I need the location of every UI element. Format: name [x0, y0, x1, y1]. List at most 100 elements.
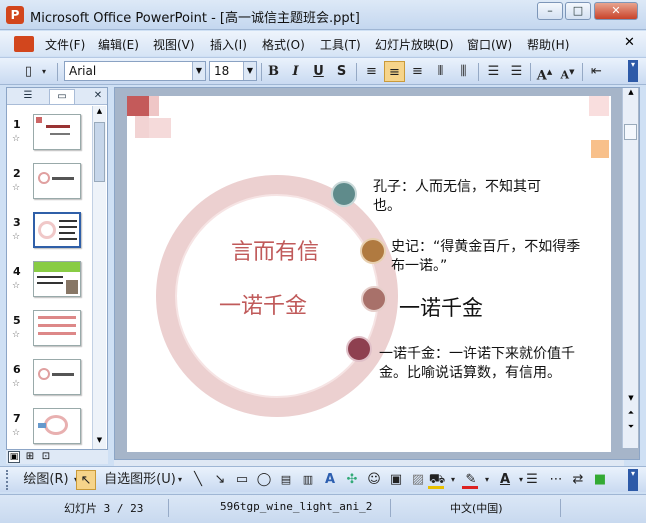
- toolbar-options-icon[interactable]: ▾: [628, 469, 638, 491]
- thumb-decoration: [38, 316, 76, 319]
- scroll-down-icon[interactable]: ▼: [94, 436, 105, 446]
- clipart-icon[interactable]: ☺: [364, 470, 384, 490]
- autoshapes-button[interactable]: 自选图形(U): [104, 470, 176, 490]
- scroll-up-icon[interactable]: ▲: [625, 88, 637, 100]
- arrow-style-icon[interactable]: ⇄: [568, 470, 588, 490]
- slide-thumbnail-7[interactable]: 7 ☆: [11, 408, 91, 452]
- chevron-down-icon[interactable]: ▼: [192, 62, 205, 80]
- align-center-icon[interactable]: ≡: [384, 61, 405, 82]
- image-icon[interactable]: ▨: [408, 470, 428, 490]
- thumbnail-scrollbar[interactable]: ▲ ▼: [92, 106, 106, 449]
- slide-heading-top: 言而有信: [231, 240, 320, 265]
- slide-thumbnail-2[interactable]: 2 ☆: [11, 163, 91, 207]
- textbox-icon[interactable]: ▤: [276, 470, 296, 490]
- font-name-combo[interactable]: Arial ▼: [64, 61, 206, 81]
- menu-tools[interactable]: 工具(T): [320, 36, 361, 53]
- slide-thumbnail-4[interactable]: 4 ☆: [11, 261, 91, 305]
- close-pane-icon[interactable]: ✕: [85, 89, 111, 104]
- minimize-button[interactable]: –: [537, 2, 563, 20]
- animation-star-icon: ☆: [12, 232, 21, 242]
- slideshow-view-icon[interactable]: ⊡: [40, 451, 52, 463]
- toolbar-options-icon[interactable]: ▾: [628, 60, 638, 82]
- text-direction-icon[interactable]: ⫼: [453, 61, 474, 82]
- font-size-combo[interactable]: 18 ▼: [209, 61, 257, 81]
- deco-square: [127, 96, 149, 116]
- arrow-icon[interactable]: ↘: [210, 470, 230, 490]
- chevron-down-icon[interactable]: ▾: [176, 470, 184, 490]
- toolbar-grip: [6, 470, 10, 490]
- oval-icon[interactable]: ◯: [254, 470, 274, 490]
- thumb-decoration: [38, 221, 56, 239]
- chevron-down-icon[interactable]: ▾: [448, 470, 458, 490]
- font-name-value: Arial: [69, 64, 97, 78]
- decrease-font-icon[interactable]: A▼: [557, 61, 578, 82]
- thumb-decoration: [52, 177, 74, 180]
- wordart-icon[interactable]: A: [320, 470, 340, 490]
- scroll-thumb[interactable]: [624, 124, 637, 140]
- menu-help[interactable]: 帮助(H): [527, 36, 569, 53]
- menu-edit[interactable]: 编辑(E): [98, 36, 139, 53]
- view-buttons: ▣ ⊞ ⊡: [6, 450, 108, 464]
- slide-thumbnail-1[interactable]: 1 ☆: [11, 114, 91, 158]
- align-right-icon[interactable]: ≡: [407, 61, 428, 82]
- italic-button[interactable]: I: [285, 61, 306, 82]
- slide-thumbnail-6[interactable]: 6 ☆: [11, 359, 91, 403]
- menu-insert[interactable]: 插入(I): [210, 36, 247, 53]
- bold-button[interactable]: B: [263, 61, 284, 82]
- new-icon[interactable]: ▯: [18, 61, 39, 82]
- thumb-number: 6: [13, 363, 21, 376]
- scroll-thumb[interactable]: [94, 122, 105, 182]
- scroll-up-icon[interactable]: ▲: [94, 107, 105, 117]
- maximize-button[interactable]: □: [565, 2, 591, 20]
- document-icon[interactable]: [14, 36, 34, 52]
- bullets-icon[interactable]: ☰: [506, 61, 527, 82]
- select-pointer-icon[interactable]: ↖: [76, 470, 96, 490]
- line-color-icon[interactable]: ✎: [460, 470, 482, 490]
- drawing-toolbar: 绘图(R) ▾ ↖ 自选图形(U) ▾ ╲ ↘ ▭ ◯ ▤ ▥ A ✣ ☺ ▣ …: [0, 466, 646, 492]
- close-button[interactable]: ✕: [594, 2, 638, 20]
- draw-menu-button[interactable]: 绘图(R): [20, 470, 72, 490]
- next-slide-icon[interactable]: ⏷: [625, 422, 637, 434]
- align-left-icon[interactable]: ≡: [361, 61, 382, 82]
- chevron-down-icon[interactable]: ▾: [38, 61, 50, 82]
- slide-vertical-scrollbar[interactable]: ▲ ▼ ⏶ ⏷: [622, 88, 638, 448]
- font-color-icon[interactable]: A: [494, 470, 516, 490]
- indent-icon[interactable]: ⇤: [586, 61, 607, 82]
- increase-font-icon[interactable]: A▲: [534, 61, 555, 83]
- line-style-icon[interactable]: ☰: [522, 470, 542, 490]
- previous-slide-icon[interactable]: ⏶: [625, 408, 637, 420]
- scroll-down-icon[interactable]: ▼: [625, 394, 637, 406]
- slide-counter: 幻灯片 3 / 23: [64, 502, 144, 515]
- picture-icon[interactable]: ▣: [386, 470, 406, 490]
- chevron-down-icon[interactable]: ▾: [482, 470, 492, 490]
- outline-tab-icon[interactable]: ☰: [15, 89, 41, 104]
- numbering-icon[interactable]: ☰: [483, 61, 504, 82]
- line-icon[interactable]: ╲: [188, 470, 208, 490]
- close-document-icon[interactable]: ✕: [624, 35, 635, 50]
- vertical-textbox-icon[interactable]: ▥: [298, 470, 318, 490]
- menu-window[interactable]: 窗口(W): [467, 36, 512, 53]
- dash-style-icon[interactable]: ⋯: [546, 470, 566, 490]
- slide-thumbnail-3[interactable]: 3 ☆: [11, 212, 91, 256]
- normal-view-icon[interactable]: ▣: [8, 451, 20, 463]
- diagram-icon[interactable]: ✣: [342, 470, 362, 490]
- animation-star-icon: ☆: [12, 281, 21, 291]
- underline-button[interactable]: U: [308, 61, 329, 82]
- menu-view[interactable]: 视图(V): [153, 36, 195, 53]
- menu-slideshow[interactable]: 幻灯片放映(D): [375, 36, 454, 53]
- slides-tab-icon[interactable]: ▭: [49, 89, 75, 104]
- shadow-style-icon[interactable]: ■: [590, 470, 610, 490]
- sorter-view-icon[interactable]: ⊞: [24, 451, 36, 463]
- rectangle-icon[interactable]: ▭: [232, 470, 252, 490]
- fill-color-icon[interactable]: ⛟: [426, 470, 448, 490]
- thumb-number: 3: [13, 216, 21, 229]
- distribute-icon[interactable]: ⦀: [430, 61, 451, 82]
- slide-canvas[interactable]: 言而有信 一诺千金 孔子：人而无信，不知其可也。 史记：“得黄金百斤，不如得季布…: [127, 96, 611, 452]
- chevron-down-icon[interactable]: ▼: [243, 62, 256, 80]
- menu-file[interactable]: 文件(F): [45, 36, 85, 53]
- shadow-button[interactable]: S: [331, 61, 352, 82]
- thumb-decoration: [38, 423, 46, 428]
- thumb-image: [33, 359, 81, 395]
- slide-thumbnail-5[interactable]: 5 ☆: [11, 310, 91, 354]
- menu-format[interactable]: 格式(O): [262, 36, 305, 53]
